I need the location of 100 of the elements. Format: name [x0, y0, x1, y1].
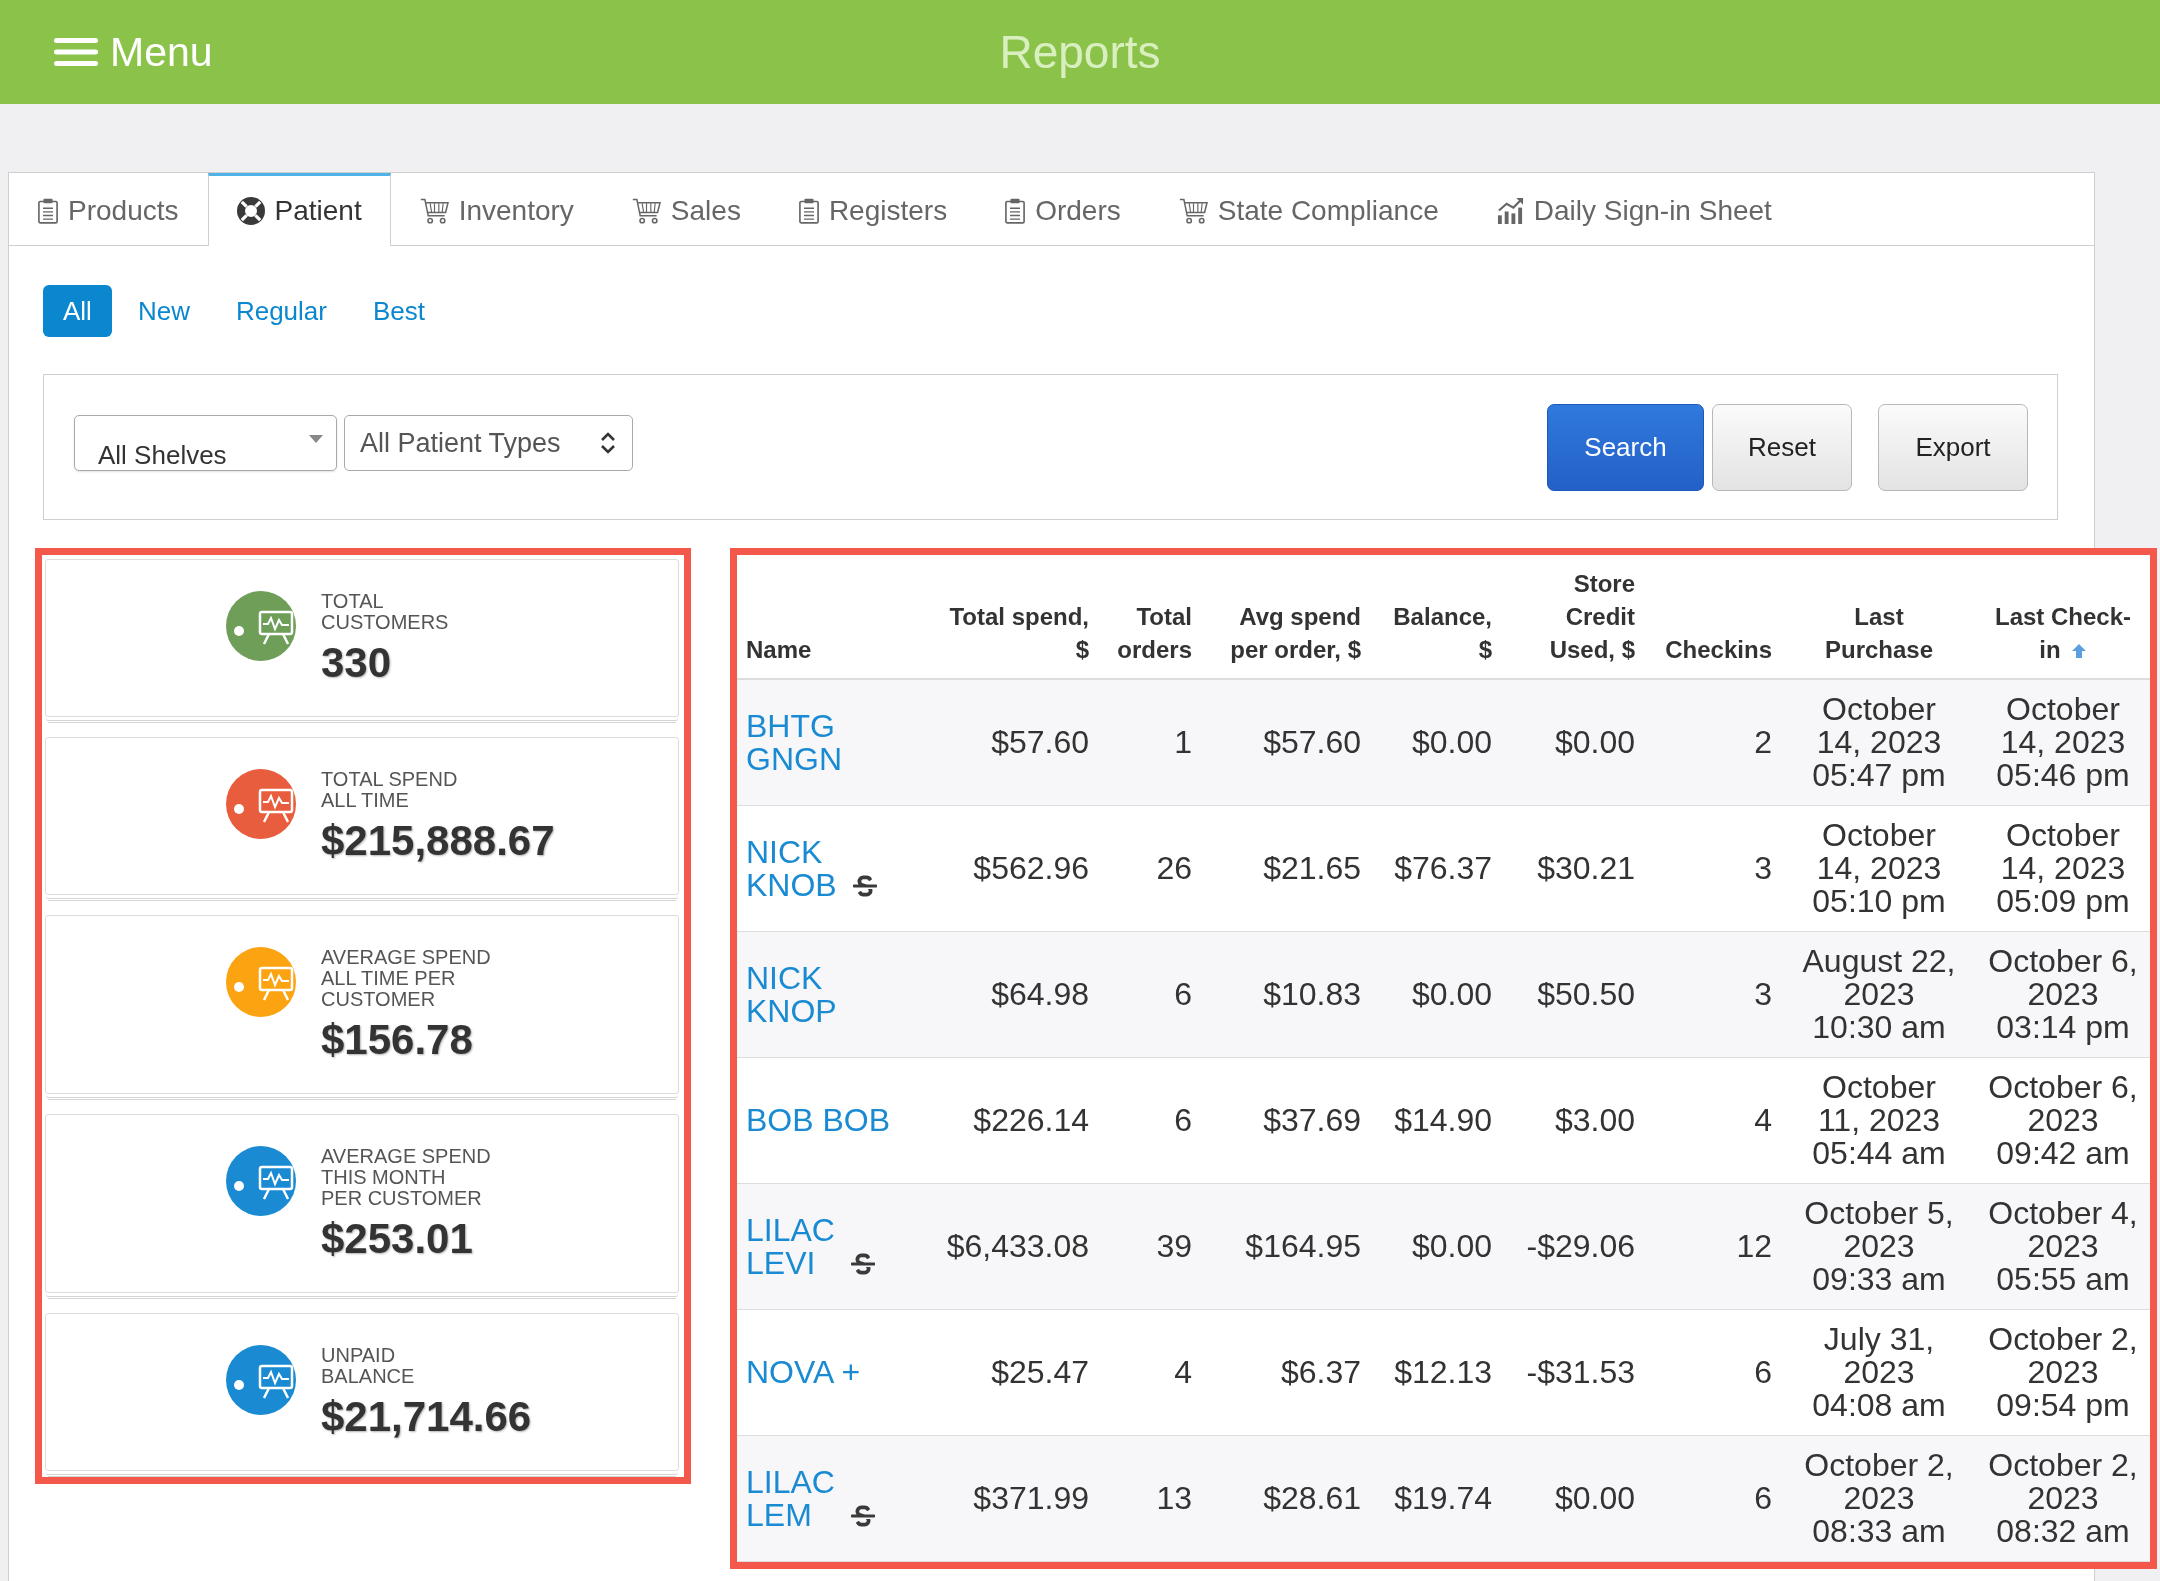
- table-cell: $0.00: [1371, 1183, 1502, 1310]
- card-label: UNPAID BALANCE: [321, 1345, 416, 1387]
- table-cell: $14.90: [1371, 1057, 1502, 1184]
- search-button[interactable]: Search: [1547, 403, 1704, 491]
- export-button[interactable]: Export: [1878, 403, 2028, 491]
- table-cell: 39: [1099, 1183, 1202, 1310]
- table-cell: $0.00: [1371, 931, 1502, 1058]
- patient-name-link[interactable]: BOB BOB: [746, 1104, 891, 1137]
- filter-tab[interactable]: Best: [353, 285, 445, 337]
- table-cell: 4: [1645, 1057, 1782, 1184]
- table-cell: $0.00: [1371, 679, 1502, 806]
- patient-name-link[interactable]: LILAC LEM: [746, 1465, 835, 1532]
- table-cell: October 14, 2023 05:09 pm: [1976, 805, 2150, 932]
- patient-name-link[interactable]: NICK KNOB: [746, 835, 837, 902]
- card-label: AVERAGE SPEND ALL TIME PER CUSTOMER: [321, 947, 491, 1010]
- table-cell: -$31.53: [1502, 1309, 1645, 1436]
- table-cell: July 31, 2023 04:08 am: [1782, 1309, 1976, 1436]
- column-header: Last Check-in: [1994, 603, 2131, 663]
- clipboard-icon: [1005, 197, 1026, 224]
- table-cell: October 2, 2023 08:32 am: [1976, 1435, 2150, 1562]
- table-cell: $0.00: [1502, 679, 1645, 806]
- table-cell: 6: [1099, 1057, 1202, 1184]
- table-cell: 4: [1099, 1309, 1202, 1436]
- table-cell: 1: [1099, 679, 1202, 806]
- report-tab[interactable]: Orders: [976, 173, 1150, 245]
- page-title: Reports: [999, 25, 1161, 79]
- table-cell: 26: [1099, 805, 1202, 932]
- column-header: Balance, $: [1393, 603, 1492, 663]
- menu-icon: [54, 38, 98, 66]
- column-header: Store Credit Used, $: [1549, 570, 1635, 663]
- column-header: Total spend, $: [949, 603, 1089, 663]
- report-tab[interactable]: Inventory: [390, 173, 603, 245]
- table-cell: $0.00: [1502, 1435, 1645, 1562]
- table-cell: October 6, 2023 09:42 am: [1976, 1057, 2150, 1184]
- card-value: $21,714.66: [321, 1393, 532, 1441]
- clipboard-icon: [798, 197, 819, 224]
- up-down-chevron-icon: [600, 431, 616, 455]
- column-header: Name: [746, 636, 812, 663]
- clipboard-icon: [38, 197, 58, 224]
- table-cell: October 11, 2023 05:44 am: [1782, 1057, 1976, 1184]
- report-tab[interactable]: Registers: [769, 173, 977, 245]
- patient-name-link[interactable]: NICK KNOP: [746, 961, 896, 1028]
- card-value: 330: [321, 639, 393, 687]
- table-cell: $76.37: [1371, 805, 1502, 932]
- column-header: Total orders: [1117, 603, 1192, 663]
- card-label: AVERAGE SPEND THIS MONTH PER CUSTOMER: [321, 1146, 491, 1209]
- table-cell: $28.61: [1202, 1435, 1371, 1562]
- table-cell: 2: [1645, 679, 1782, 806]
- cart-icon: [1178, 197, 1208, 224]
- patient-name-link[interactable]: NOVA +: [746, 1356, 861, 1389]
- patient-name-link[interactable]: LILAC LEVI: [746, 1213, 835, 1280]
- shelf-select[interactable]: All Shelves: [74, 415, 337, 471]
- report-tab[interactable]: Products: [9, 173, 208, 245]
- card-label: TOTAL SPEND ALL TIME: [321, 769, 459, 811]
- caret-icon: [309, 435, 323, 443]
- bar-chart-icon: [1496, 197, 1524, 224]
- report-tab[interactable]: State Compliance: [1149, 173, 1468, 245]
- table-cell: 3: [1645, 931, 1782, 1058]
- column-header: Last Purchase: [1824, 603, 1934, 663]
- report-tab[interactable]: Patient: [207, 173, 391, 246]
- table-cell: -$29.06: [1502, 1183, 1645, 1310]
- table-cell: October 14, 2023 05:46 pm: [1976, 679, 2150, 806]
- patient-type-select[interactable]: All Patient Types: [344, 415, 633, 471]
- table-cell: $10.83: [1202, 931, 1371, 1058]
- table-cell: $64.98: [919, 931, 1099, 1058]
- reset-button[interactable]: Reset: [1712, 403, 1852, 491]
- report-tab[interactable]: Daily Sign-in Sheet: [1467, 173, 1801, 245]
- cart-icon: [631, 197, 661, 224]
- table-cell: $226.14: [919, 1057, 1099, 1184]
- table-cell: $12.13: [1371, 1309, 1502, 1436]
- patient-name-link[interactable]: BHTG GNGN: [746, 709, 896, 776]
- filter-tab[interactable]: All: [43, 285, 112, 337]
- card-label: TOTAL CUSTOMERS: [321, 591, 449, 633]
- table-cell: $6.37: [1202, 1309, 1371, 1436]
- table-cell: October 14, 2023 05:47 pm: [1782, 679, 1976, 806]
- table-cell: October 14, 2023 05:10 pm: [1782, 805, 1976, 932]
- report-tab[interactable]: Sales: [602, 173, 770, 245]
- cart-icon: [419, 197, 449, 224]
- table-cell: 13: [1099, 1435, 1202, 1562]
- card-value: $156.78: [321, 1016, 474, 1064]
- card-value: $215,888.67: [321, 817, 555, 865]
- filter-tab[interactable]: New: [117, 285, 210, 337]
- column-header: Avg spend per order, $: [1230, 603, 1361, 663]
- table-cell: 6: [1645, 1309, 1782, 1436]
- table-cell: $37.69: [1202, 1057, 1371, 1184]
- table-cell: October 4, 2023 05:55 am: [1976, 1183, 2150, 1310]
- table-cell: $30.21: [1502, 805, 1645, 932]
- table-cell: $6,433.08: [919, 1183, 1099, 1310]
- table-cell: 6: [1645, 1435, 1782, 1562]
- table-cell: $371.99: [919, 1435, 1099, 1562]
- table-cell: October 6, 2023 03:14 pm: [1976, 931, 2150, 1058]
- table-cell: $3.00: [1502, 1057, 1645, 1184]
- filter-tab[interactable]: Regular: [215, 285, 347, 337]
- table-cell: 3: [1645, 805, 1782, 932]
- table-cell: $57.60: [1202, 679, 1371, 806]
- table-cell: August 22, 2023 10:30 am: [1782, 931, 1976, 1058]
- lifebuoy-icon: [236, 197, 265, 225]
- table-cell: $57.60: [919, 679, 1099, 806]
- column-header: Checkins: [1665, 636, 1772, 663]
- table-cell: $21.65: [1202, 805, 1371, 932]
